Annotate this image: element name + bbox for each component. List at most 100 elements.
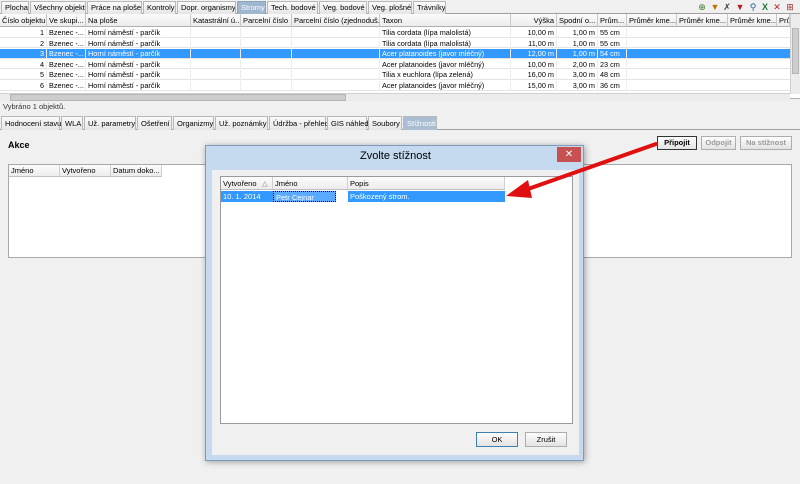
excel-icon[interactable]: X [760,2,770,12]
complaint-row[interactable]: 10. 1. 2014 Petr Cejnar Poškozený strom. [221,191,573,202]
table-row[interactable]: 2 Bzenec -... Horní náměstí - parčík Tilia … [0,38,790,49]
table-cell: Horní náměstí - parčík [86,38,191,49]
to-complaint-button[interactable]: Na stížnost [740,136,792,150]
table-cell: Bzenec -... [47,70,86,80]
table-cell: Bzenec -... [47,59,86,70]
table-cell: Horní náměstí - parčík [86,28,191,38]
tab-travniky[interactable]: Trávníky [413,1,446,14]
col-header-pru[interactable]: Prů [777,14,790,27]
cancel-button[interactable]: Zrušit [525,432,567,447]
table-cell: 2 [0,38,47,49]
close-icon[interactable]: ✕ [772,2,782,12]
table-cell: Horní náměstí - parčík [86,59,191,70]
tab-stromy[interactable]: Stromy [237,1,266,14]
complaints-list[interactable]: Vytvořeno △ Jméno Popis 10. 1. 2014 Petr… [220,176,573,424]
col-header-spodni[interactable]: Spodní o... [557,14,598,27]
horizontal-scroll-thumb[interactable] [10,94,346,101]
table-cell: 12,00 m [511,49,557,59]
col-header-vyska[interactable]: Výška [511,14,557,27]
col-header-parcelni-zjed[interactable]: Parcelní číslo (zjednoduš... [292,14,380,27]
dialog-close-button[interactable]: ✕ [557,147,581,162]
grid-settings-icon[interactable]: ⊞ [785,2,795,12]
akce-col-datum[interactable]: Datum doko... [111,165,162,177]
tab-osetreni[interactable]: Ošetření [137,116,172,130]
col-header-prumer-kmene-3[interactable]: Průměr kme... [728,14,777,27]
attach-button[interactable]: Připojit [657,136,697,150]
table-cell: 3,00 m [557,70,598,80]
table-row[interactable]: 4 Bzenec -... Horní náměstí - parčík Acer p… [0,59,790,70]
table-cell [292,38,380,49]
akce-col-jmeno[interactable]: Jméno [9,165,60,177]
table-row[interactable]: 6 Bzenec -... Horní náměstí - parčík Acer p… [0,81,790,91]
tab-stiznosti[interactable]: Stížnosti [403,116,437,130]
grid-horizontal-scrollbar[interactable] [0,93,790,101]
tab-vsechny-objekty[interactable]: Všechny objekty [30,1,86,14]
col-header-taxon[interactable]: Taxon [380,14,511,27]
grid-vertical-scrollbar[interactable] [790,14,800,94]
tab-soubory[interactable]: Soubory [368,116,402,130]
tab-wla[interactable]: WLA [61,116,83,130]
table-cell [191,59,241,70]
close-icon: ✕ [564,149,574,160]
table-row[interactable]: 5 Bzenec -... Horní náměstí - parčík Tilia … [0,70,790,80]
table-row[interactable]: 3 Bzenec -... Horní náměstí - parčík Acer p… [0,49,790,59]
tab-gis-nahled[interactable]: GIS náhled [327,116,369,130]
tab-uz-parametry[interactable]: Už. parametry [84,116,136,130]
akce-col-vytvoreno[interactable]: Vytvořeno [60,165,111,177]
zoom-icon[interactable]: ⊕ [697,2,707,12]
panel-title: Akce [8,140,30,150]
tab-organizmy[interactable]: Organizmy [173,116,214,130]
col-header-katastralni[interactable]: Katastrální ú... [191,14,241,27]
ok-button[interactable]: OK [476,432,518,447]
dialog-col-popis[interactable]: Popis [348,177,505,190]
table-cell [191,81,241,91]
clear-filter-icon[interactable]: ✗ [722,2,732,12]
filter-icon[interactable]: ▼ [710,2,720,12]
tab-prace-na-plose[interactable]: Práce na ploše [87,1,142,14]
table-cell [241,59,292,70]
table-cell: 1,00 m [557,49,598,59]
col-header-prumer-kmene-2[interactable]: Průměr kme... [677,14,728,27]
table-cell: 55 cm [598,28,627,38]
table-cell: 11,00 m [511,38,557,49]
col-header-prumer[interactable]: Prům... [598,14,627,27]
table-cell: Bzenec -... [47,49,86,59]
table-cell [292,81,380,91]
search-icon[interactable]: ⚲ [748,2,758,12]
tab-kontroly[interactable]: Kontroly [143,1,176,14]
vertical-scroll-thumb[interactable] [792,28,799,74]
table-cell: 1,00 m [557,38,598,49]
col-header-parcelni[interactable]: Parcelní číslo [241,14,292,27]
table-cell: 1,00 m [557,28,598,38]
filter-remove-icon[interactable]: ▼ [735,2,745,12]
table-cell [191,49,241,59]
detail-tab-bar: Hodnocení stavu WLA Už. parametry Ošetře… [0,116,800,130]
tab-tech-bodove[interactable]: Tech. bodové [267,1,318,14]
dialog-col-jmeno[interactable]: Jméno [273,177,348,190]
detach-button[interactable]: Odpojit [701,136,736,150]
col-header-prumer-kmene-1[interactable]: Průměr kme... [627,14,677,27]
top-tab-bar: Plocha Všechny objekty Práce na ploše Ko… [0,0,800,14]
col-header-skupina[interactable]: Ve skupi... [47,14,86,27]
tab-veg-plosne[interactable]: Veg. plošné [368,1,412,14]
table-row[interactable]: 1 Bzenec -... Horní náměstí - parčík Tilia … [0,28,790,38]
tab-uz-poznamky[interactable]: Už. poznámky [215,116,268,130]
tab-udrzba-prehled[interactable]: Údržba - přehled [269,116,329,130]
col-header-na-plose[interactable]: Na ploše [86,14,191,27]
tab-hodnoceni-stavu[interactable]: Hodnocení stavu [1,116,61,130]
table-cell [191,28,241,38]
table-cell: Horní náměstí - parčík [86,70,191,80]
sort-ascending-icon: △ [262,179,268,188]
table-cell: 4 [0,59,47,70]
complaint-name[interactable]: Petr Cejnar [273,191,336,202]
trees-grid[interactable]: Číslo objektu Ve skupi... Na ploše Katas… [0,14,800,99]
tab-plocha[interactable]: Plocha [1,1,29,14]
dialog-col-vytvoreno[interactable]: Vytvořeno △ [221,177,273,190]
col-header-cislo[interactable]: Číslo objektu [0,14,47,27]
table-cell [241,81,292,91]
table-cell: 1 [0,28,47,38]
tab-dopr-organismy[interactable]: Dopr. organismy [177,1,236,14]
tab-veg-bodove[interactable]: Veg. bodové [319,1,367,14]
table-cell [241,70,292,80]
table-cell: Tilia cordata (lípa malolistá) [380,38,511,49]
